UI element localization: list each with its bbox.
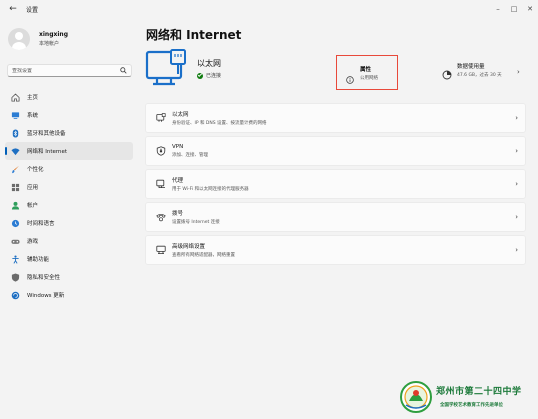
apps-icon xyxy=(11,183,20,192)
system-icon xyxy=(11,111,20,120)
list-item-advanced-network[interactable]: 高级网络设置 查看所有网络适配器，网络重置 › xyxy=(145,235,526,265)
list-item-title: VPN xyxy=(172,144,184,150)
chevron-right-icon: › xyxy=(515,147,518,155)
sidebar-item-network[interactable]: 网络和 Internet xyxy=(5,142,133,160)
maximize-icon[interactable]: □ xyxy=(506,0,522,18)
sidebar-item-personalization[interactable]: 个性化 xyxy=(5,160,133,178)
sidebar-item-gaming[interactable]: 游戏 xyxy=(5,232,133,250)
search-input[interactable] xyxy=(12,67,120,74)
chevron-right-icon: › xyxy=(515,213,518,221)
list-item-vpn[interactable]: VPN 添加、连接、管理 › xyxy=(145,136,526,166)
sidebar-item-label: 应用 xyxy=(27,185,39,191)
sidebar-item-label: 辅助功能 xyxy=(27,257,50,263)
back-arrow-icon[interactable]: ← xyxy=(6,2,20,16)
search-box[interactable] xyxy=(7,64,132,77)
list-item-ethernet[interactable]: 以太网 身份验证、IP 和 DNS 设置、按流量计费的网络 › xyxy=(145,103,526,133)
window-controls: – □ ✕ xyxy=(490,0,538,18)
sidebar-item-windows-update[interactable]: Windows 更新 xyxy=(5,286,133,304)
list-item-subtitle: 身份验证、IP 和 DNS 设置、按流量计费的网络 xyxy=(172,121,267,126)
list-item-subtitle: 用于 Wi-Fi 和以太网连接的代理服务器 xyxy=(172,187,249,192)
chevron-right-icon[interactable]: › xyxy=(517,68,520,76)
sidebar-item-bluetooth[interactable]: 蓝牙和其他设备 xyxy=(5,124,133,142)
wifi-icon xyxy=(11,147,20,156)
brush-icon xyxy=(11,165,20,174)
sidebar-item-label: Windows 更新 xyxy=(27,293,65,299)
proxy-icon xyxy=(156,179,166,189)
sidebar-item-label: 隐私和安全性 xyxy=(27,275,61,281)
chevron-right-icon: › xyxy=(515,246,518,254)
list-item-title: 以太网 xyxy=(172,112,189,118)
list-item-title: 拨号 xyxy=(172,211,184,217)
sidebar-item-label: 时间和语言 xyxy=(27,221,55,227)
ethernet-icon xyxy=(156,113,166,123)
sidebar-item-label: 游戏 xyxy=(27,239,39,245)
data-usage-icon xyxy=(442,65,452,80)
sidebar-item-label: 蓝牙和其他设备 xyxy=(27,131,66,137)
properties-button[interactable]: 属性 公用网络 xyxy=(336,55,398,90)
user-profile[interactable]: xingxing 本地帐户 xyxy=(8,28,68,50)
sidebar-item-accounts[interactable]: 帐户 xyxy=(5,196,133,214)
bluetooth-icon xyxy=(11,128,20,138)
list-item-title: 高级网络设置 xyxy=(172,244,206,250)
title-bar: ← 设置 – □ ✕ xyxy=(0,0,538,18)
list-item-subtitle: 查看所有网络适配器，网络重置 xyxy=(172,253,235,258)
connection-status-text: 已连接 xyxy=(206,73,222,79)
data-usage-button[interactable]: 数据使用量 47.6 GB，过去 30 天 xyxy=(442,62,502,80)
sidebar-item-label: 个性化 xyxy=(27,167,44,173)
info-icon xyxy=(346,69,354,84)
connected-check-icon xyxy=(197,72,203,79)
properties-title: 属性 xyxy=(360,66,372,73)
gamepad-icon xyxy=(11,237,20,246)
page-title: 网络和 Internet xyxy=(146,28,242,42)
globe-clock-icon xyxy=(11,219,20,228)
sidebar-item-label: 系统 xyxy=(27,113,39,119)
network-profile: 公用网络 xyxy=(360,75,378,81)
data-usage-amount: 47.6 GB，过去 30 天 xyxy=(457,73,502,78)
window-title: 设置 xyxy=(26,6,39,14)
update-icon xyxy=(11,291,20,300)
sidebar-item-apps[interactable]: 应用 xyxy=(5,178,133,196)
vpn-shield-icon xyxy=(156,146,166,156)
school-honor: 全国学校艺术教育工作先进单位 xyxy=(440,403,503,408)
sidebar-item-label: 帐户 xyxy=(27,203,39,209)
school-name: 郑州市第二十四中学 xyxy=(436,387,522,397)
search-icon[interactable] xyxy=(120,67,127,74)
minimize-icon[interactable]: – xyxy=(490,0,506,18)
sidebar-item-system[interactable]: 系统 xyxy=(5,106,133,124)
chevron-right-icon: › xyxy=(515,114,518,122)
list-item-subtitle: 设置拨号 Internet 连接 xyxy=(172,220,220,225)
connection-header: 以太网 已连接 属性 公用网络 数据使用量 47.6 GB，过去 30 天 › xyxy=(145,48,525,98)
sidebar: xingxing 本地帐户 主页 系统 蓝牙和其他设备 xyxy=(0,18,140,419)
user-name: xingxing xyxy=(39,31,68,38)
accessibility-icon xyxy=(11,255,20,264)
close-icon[interactable]: ✕ xyxy=(522,0,538,18)
school-logo xyxy=(400,381,432,413)
dialup-icon xyxy=(156,212,166,222)
connection-status: 已连接 xyxy=(197,72,221,79)
network-adapter-icon xyxy=(156,245,166,255)
account-icon xyxy=(11,201,20,210)
ethernet-monitor-icon xyxy=(145,48,191,94)
sidebar-item-time-language[interactable]: 时间和语言 xyxy=(5,214,133,232)
account-type: 本地帐户 xyxy=(39,41,60,47)
sidebar-item-label: 网络和 Internet xyxy=(27,149,68,155)
shield-icon xyxy=(11,273,20,282)
list-item-dialup[interactable]: 拨号 设置拨号 Internet 连接 › xyxy=(145,202,526,232)
sidebar-item-label: 主页 xyxy=(27,95,39,101)
connection-name: 以太网 xyxy=(197,59,221,68)
home-icon xyxy=(11,93,20,102)
list-item-subtitle: 添加、连接、管理 xyxy=(172,153,208,158)
list-item-proxy[interactable]: 代理 用于 Wi-Fi 和以太网连接的代理服务器 › xyxy=(145,169,526,199)
sidebar-item-accessibility[interactable]: 辅助功能 xyxy=(5,250,133,268)
sidebar-item-home[interactable]: 主页 xyxy=(5,88,133,106)
settings-list: 以太网 身份验证、IP 和 DNS 设置、按流量计费的网络 › VPN 添加、连… xyxy=(145,103,526,268)
list-item-title: 代理 xyxy=(172,178,184,184)
data-usage-title: 数据使用量 xyxy=(457,64,485,70)
chevron-right-icon: › xyxy=(515,180,518,188)
sidebar-nav: 主页 系统 蓝牙和其他设备 网络和 Internet 个性化 应用 帐户 时间和… xyxy=(5,88,133,304)
avatar xyxy=(8,28,30,50)
sidebar-item-privacy[interactable]: 隐私和安全性 xyxy=(5,268,133,286)
